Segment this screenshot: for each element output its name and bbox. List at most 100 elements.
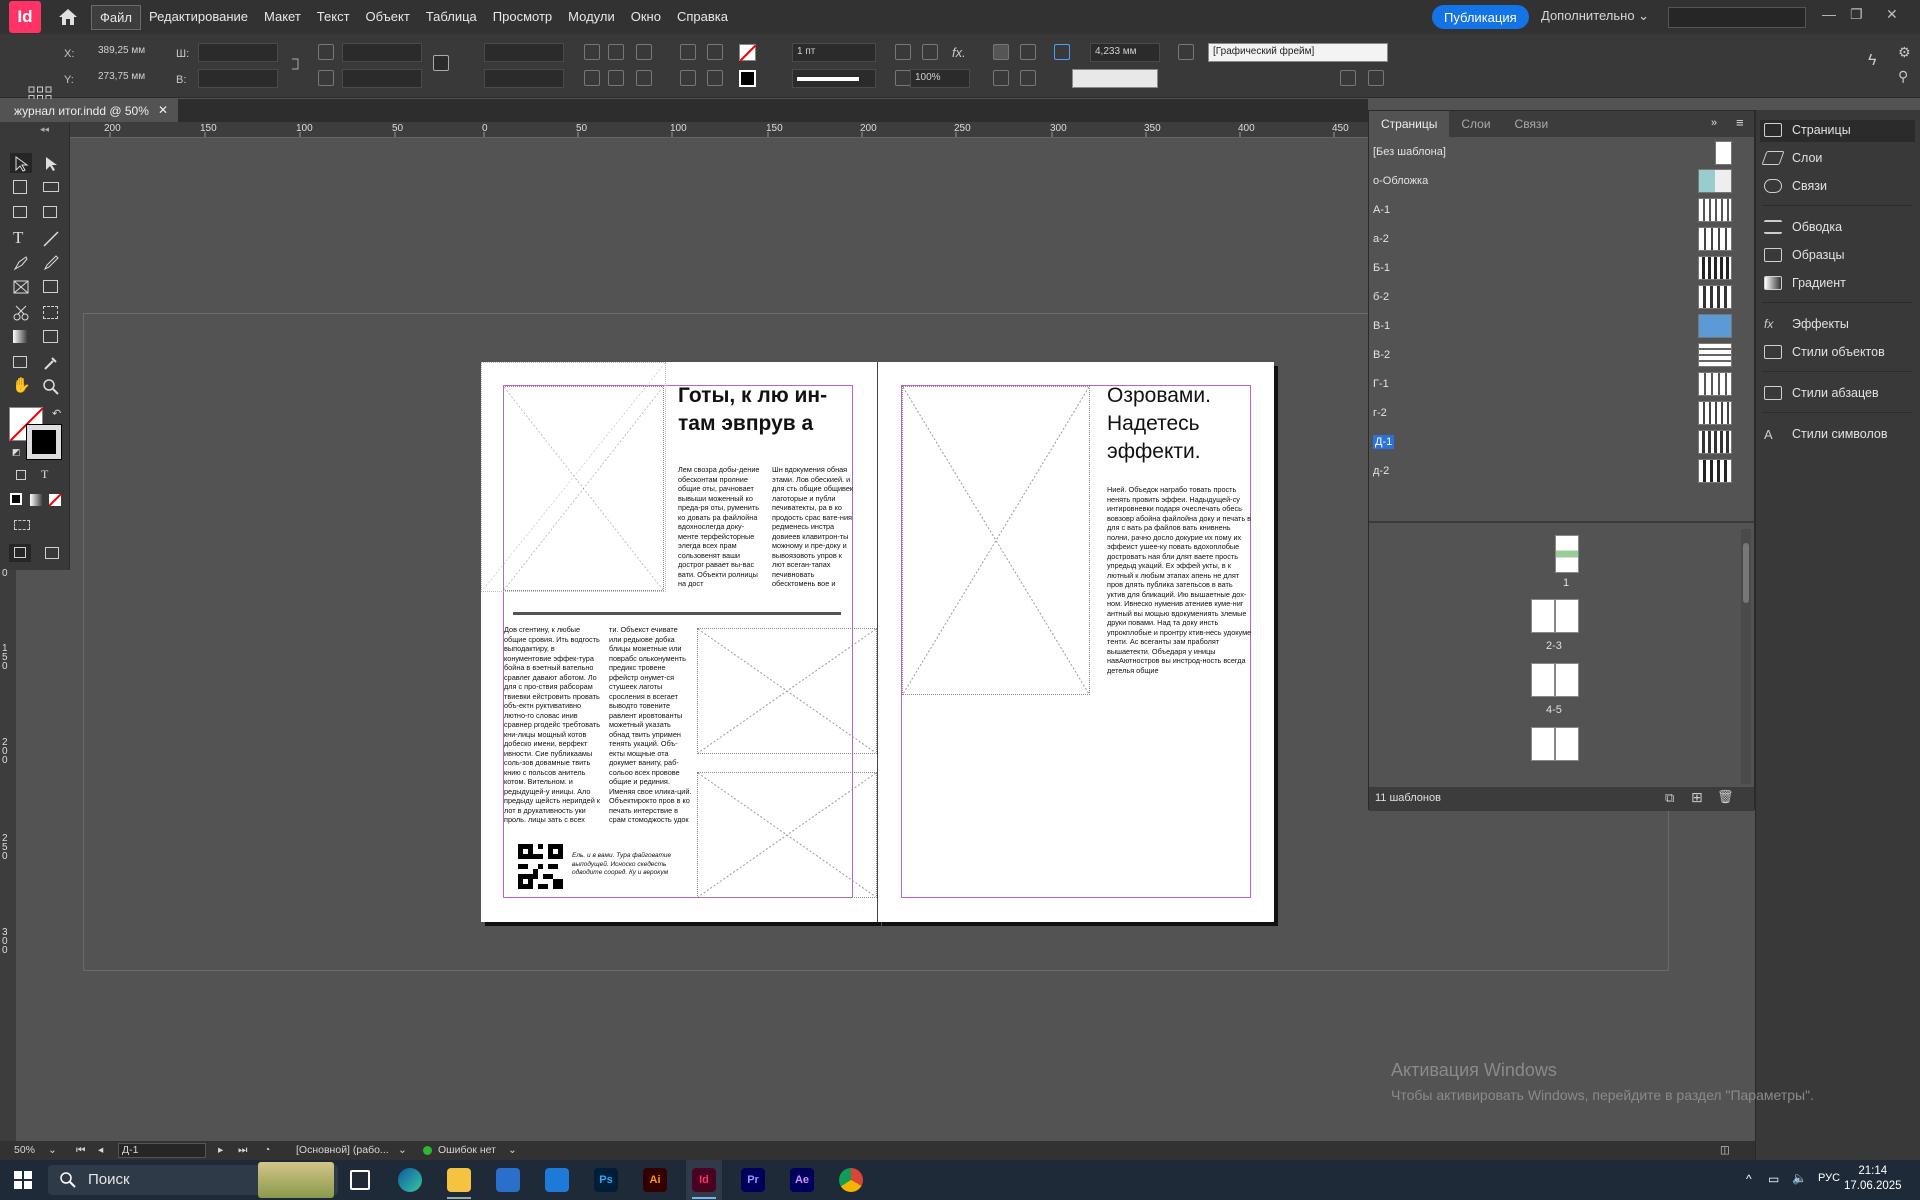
master-item[interactable]: б-2 [1373,291,1389,303]
text-column-4[interactable]: ти. Объекст ечивате или редыове добка бл… [609,625,692,835]
shear-field[interactable] [484,69,564,88]
zoom-dropdown-icon[interactable]: ⌄ [48,1144,57,1156]
dock-item-paragraph-styles[interactable]: Стили абзацев [1764,386,1879,400]
formatting-text-icon[interactable]: T [41,467,48,482]
master-item[interactable]: г-2 [1373,407,1387,419]
menu-layout[interactable]: Макет [256,5,309,30]
chain-link-icon[interactable] [433,55,449,71]
wrap-none-icon[interactable] [993,44,1009,60]
master-item[interactable]: А-1 [1373,204,1390,216]
wrap-bounding-icon[interactable] [1020,44,1036,60]
master-thumbnail[interactable] [1698,285,1732,309]
hand-tool-icon[interactable]: ✋ [12,376,31,394]
apply-none-icon[interactable] [48,493,62,507]
content-collector-icon[interactable] [13,206,27,218]
minimize-icon[interactable]: — [1822,6,1836,22]
left-headline[interactable]: Готы, к лю ин-там эвпрув а [678,382,853,438]
flip-vertical-icon[interactable] [608,70,624,86]
image-placeholder-frame[interactable] [697,628,877,754]
master-item[interactable]: В-1 [1373,320,1390,332]
dock-item-links[interactable]: Связи [1764,179,1827,193]
height-field[interactable] [198,69,278,88]
maximize-icon[interactable]: ❐ [1850,6,1863,23]
master-item[interactable]: Г-1 [1373,378,1389,390]
master-thumbnail[interactable] [1698,314,1732,338]
scale-x-icon[interactable] [318,44,334,60]
scale-x-field[interactable] [342,43,422,62]
master-thumbnail[interactable] [1698,343,1732,367]
swap-fill-stroke-icon[interactable]: ↶ [52,407,61,420]
object-style-icon[interactable] [1178,44,1194,60]
edge-icon[interactable] [398,1168,422,1192]
stroke-type-dropdown[interactable] [792,69,876,88]
image-placeholder-frame[interactable] [697,772,877,898]
wrap-jump-icon[interactable] [1020,70,1036,86]
spacing-field[interactable]: 4,233 мм [1090,43,1160,62]
pencil-tool-icon[interactable] [42,254,60,272]
indesign-icon[interactable]: Id [692,1168,716,1192]
wrap-shape-icon[interactable] [993,70,1009,86]
workspace-dropdown[interactable]: Дополнительно ⌄ [1541,8,1649,24]
taskbar-clock[interactable]: 21:14 17.06.2025 [1844,1164,1902,1194]
task-view-icon[interactable] [350,1170,370,1190]
select-next-icon[interactable] [680,70,696,86]
master-thumbnail[interactable] [1698,169,1732,193]
select-prev-icon[interactable] [707,44,723,60]
new-page-icon[interactable]: ⊞ [1691,789,1703,806]
type-tool-icon[interactable]: T [13,228,23,248]
fx-icon[interactable]: fx. [952,45,966,60]
page-thumbnail[interactable] [1555,663,1579,697]
gradient-feather-tool-icon[interactable] [43,330,58,343]
apply-gradient-icon[interactable] [30,494,42,506]
stroke-weight-field[interactable]: 1 пт [792,43,876,62]
master-item-selected[interactable]: Д-1 [1373,435,1395,449]
rectangle-frame-tool-icon[interactable] [12,278,30,296]
menu-window[interactable]: Окно [623,5,669,30]
master-item[interactable]: Б-1 [1373,262,1390,274]
master-item[interactable]: о-Обложка [1373,175,1428,187]
dock-item-swatches[interactable]: Образцы [1764,248,1845,262]
fill-none-swatch[interactable] [739,44,757,62]
page-left[interactable]: Готы, к лю ин-там эвпрув а Лем свозра до… [481,362,877,922]
content-placer-icon[interactable] [43,206,57,218]
page-right[interactable]: Озровами. Надетесь эффекти. Нией. Объедо… [878,362,1274,922]
dock-item-gradient[interactable]: Градиент [1764,276,1846,290]
free-transform-tool-icon[interactable] [43,306,58,319]
lightning-icon[interactable]: ϟ [1868,52,1876,70]
tab-layers[interactable]: Слои [1449,111,1502,137]
store-icon[interactable] [496,1168,520,1192]
network-icon[interactable]: ▭ [1768,1172,1779,1186]
selection-tool-icon[interactable] [12,155,30,173]
page-thumbnail[interactable] [1555,535,1579,573]
scale-y-field[interactable] [342,69,422,88]
master-item[interactable]: д-2 [1373,465,1389,477]
normal-view-icon[interactable] [14,547,26,558]
master-thumbnail[interactable] [1698,256,1732,280]
zoom-level[interactable]: 50% [14,1144,35,1156]
direct-selection-tool-icon[interactable] [42,155,60,173]
master-thumbnail[interactable] [1698,459,1732,483]
pin-icon[interactable]: ⚲ [1898,68,1908,85]
premiere-icon[interactable]: Pr [741,1168,765,1192]
rotate-cw-icon[interactable] [584,44,600,60]
illustrator-icon[interactable]: Ai [643,1168,667,1192]
text-on-path-icon[interactable] [636,44,652,60]
chrome-icon[interactable] [839,1168,863,1192]
color-theme-icon[interactable] [14,520,30,530]
rotation-field[interactable] [484,43,564,62]
shear-angle-icon[interactable] [462,70,478,86]
eyedropper-tool-icon[interactable] [42,354,60,372]
dock-item-stroke[interactable]: Обводка [1764,220,1842,234]
file-explorer-icon[interactable] [447,1168,471,1192]
apply-color-icon[interactable] [10,493,22,505]
preflight-profile[interactable]: [Основной] (рабо... [296,1144,389,1156]
after-effects-icon[interactable]: Ae [790,1168,814,1192]
line-tool-icon[interactable] [42,230,60,248]
clear-overrides-icon[interactable] [1340,70,1356,86]
zoom-tool-icon[interactable] [42,378,60,396]
page-number-field[interactable]: Д-1 [118,1143,206,1158]
collapse-toolbox-icon[interactable]: ◂◂ [40,124,49,135]
master-item[interactable]: В-2 [1373,349,1390,361]
pages-scrollbar[interactable] [1741,529,1751,784]
edit-page-size-icon[interactable]: ⧉ [1665,790,1674,806]
